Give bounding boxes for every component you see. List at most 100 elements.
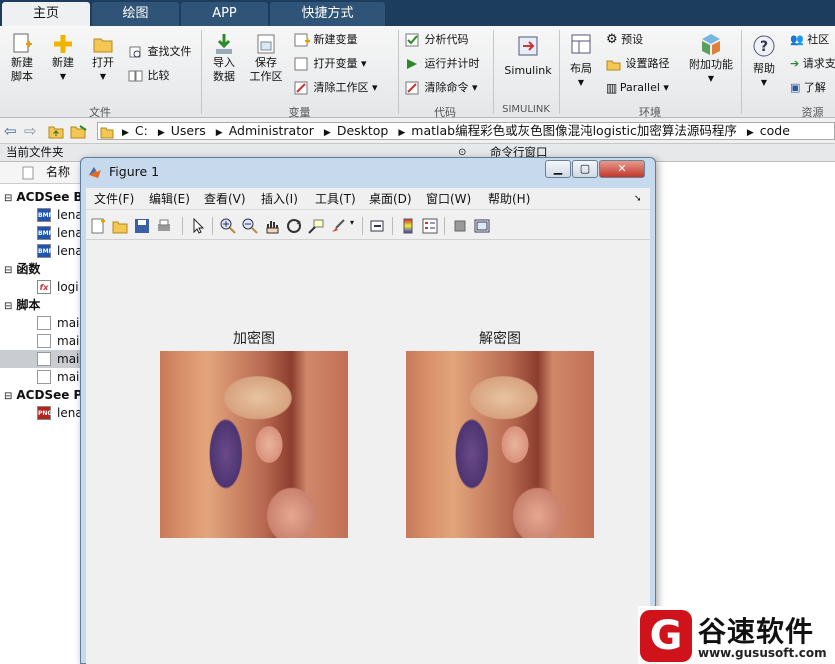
encrypted-image [160,351,348,538]
bmp-file-icon: BMP [37,226,53,240]
zoom-out-icon[interactable] [242,218,258,234]
tab-home[interactable]: 主页 [2,2,90,26]
list-item[interactable]: fx logi [0,278,80,296]
open-variable-icon [294,57,308,71]
chevron-down-icon[interactable]: ▾ [350,218,354,227]
menu-file[interactable]: 文件(F) [94,188,134,210]
open-file-icon[interactable] [112,218,128,234]
rotate-3d-icon[interactable] [286,218,302,234]
name-column-label[interactable]: 名称 [46,162,70,183]
watermark-logo: G [640,610,692,662]
tree-group[interactable]: ⊟ 函数 [0,260,80,278]
find-files-button[interactable]: 查找文件 [128,44,192,60]
link-plot-icon[interactable] [370,218,386,234]
collapse-icon[interactable]: ⊟ [4,265,12,276]
brush-icon[interactable] [330,218,346,234]
current-folder-path[interactable]: ▶ C: ▶ Users ▶ Administrator ▶ Desktop ▶ matl… [97,122,835,140]
tab-apps[interactable]: APP [181,2,268,26]
path-segment[interactable]: Administrator [229,123,314,138]
list-item[interactable]: mai [0,368,80,386]
list-item[interactable]: BMP lena [0,206,80,224]
set-path-button[interactable]: 设置路径 [606,56,670,72]
tree-group[interactable]: ⊟ ACDSee P [0,386,80,404]
menu-edit[interactable]: 编辑(E) [149,188,190,210]
list-item[interactable]: BMP lena [0,224,80,242]
new-button[interactable]: 新建 ▼ [46,32,80,84]
menu-window[interactable]: 窗口(W) [426,188,471,210]
new-figure-icon[interactable] [90,218,106,234]
figure-canvas[interactable]: 加密图 解密图 [86,240,650,664]
ribbon: 新建 脚本 新建 ▼ 打开 ▼ 查找文件 比较 文件 导入 数据 保存 工作区 新建… [0,26,835,119]
chevron-right-icon: ▶ [323,128,331,138]
print-icon[interactable] [156,218,172,234]
script-file-icon [37,352,51,366]
request-support-button[interactable]: ➔ 请求支 [790,56,835,72]
parallel-button[interactable]: ▥ Parallel ▾ [606,80,669,96]
list-item[interactable]: BMP lena [0,242,80,260]
divider [201,30,202,114]
menu-tools[interactable]: 工具(T) [315,188,356,210]
clear-commands-button[interactable]: 清除命令 ▾ [405,80,478,96]
path-segment[interactable]: Desktop [337,123,389,138]
simulink-icon [518,36,538,56]
menu-help[interactable]: 帮助(H) [488,188,530,210]
list-item[interactable]: mai [0,332,80,350]
help-button[interactable]: ? 帮助 ▼ [746,34,782,90]
compare-button[interactable]: 比较 [128,68,170,84]
bmp-file-icon: BMP [37,208,53,222]
simulink-button[interactable]: Simulink [500,34,556,78]
tab-shortcuts[interactable]: 快捷方式 [270,2,385,26]
new-variable-button[interactable]: 新建变量 [294,32,358,48]
open-button[interactable]: 打开 ▼ [86,32,120,84]
collapse-icon[interactable]: ⊟ [4,391,12,402]
colorbar-icon[interactable] [400,218,416,234]
menu-view[interactable]: 查看(V) [204,188,246,210]
pan-hand-icon[interactable] [264,218,280,234]
save-workspace-button[interactable]: 保存 工作区 [247,32,285,84]
save-icon[interactable] [134,218,150,234]
layout-button[interactable]: 布局 ▼ [564,32,598,90]
clear-workspace-button[interactable]: 清除工作区 ▾ [294,80,378,96]
list-item[interactable]: mai [0,314,80,332]
back-arrow-icon[interactable]: ⇦ [4,122,17,140]
legend-icon[interactable] [422,218,438,234]
list-item-selected[interactable]: mai [0,350,80,368]
community-button[interactable]: 👥 社区 [790,32,829,48]
close-button[interactable]: ✕ [599,160,645,178]
learn-button[interactable]: ▣ 了解 [790,80,826,96]
run-and-time-button[interactable]: 运行并计时 [405,56,480,72]
path-segment[interactable]: C: [135,123,148,138]
browse-folder-icon[interactable] [70,123,88,139]
chevron-right-icon: ▶ [157,128,165,138]
maximize-button[interactable]: ▢ [572,160,598,178]
hide-plot-tools-icon[interactable] [452,218,468,234]
tree-group[interactable]: ⊟ ACDSee B [0,188,80,206]
menu-insert[interactable]: 插入(I) [261,188,298,210]
data-cursor-icon[interactable] [308,218,324,234]
tree-group[interactable]: ⊟ 脚本 [0,296,80,314]
path-segment[interactable]: matlab编程彩色或灰色图像混沌logistic加密算法源码程序 [411,123,737,138]
analyze-code-button[interactable]: 分析代码 [405,32,469,48]
show-plot-tools-icon[interactable] [474,218,490,234]
open-variable-button[interactable]: 打开变量 ▾ [294,56,367,72]
list-item[interactable]: PNG lena [0,404,80,422]
zoom-in-icon[interactable] [220,218,236,234]
addons-button[interactable]: 附加功能 ▼ [686,32,736,86]
preferences-button[interactable]: ⚙ 预设 [606,32,643,48]
file-icon [22,166,34,180]
gear-icon: ⚙ [606,32,618,47]
up-folder-icon[interactable] [48,123,64,139]
path-segment[interactable]: code [760,123,790,138]
menu-desktop[interactable]: 桌面(D) [369,188,412,210]
path-segment[interactable]: Users [171,123,206,138]
minimize-button[interactable]: ▁ [545,160,571,178]
collapse-icon[interactable]: ⊟ [4,301,12,312]
import-data-button[interactable]: 导入 数据 [207,32,241,84]
pointer-icon[interactable] [190,218,206,234]
new-script-button[interactable]: 新建 脚本 [4,32,40,84]
tab-plots[interactable]: 绘图 [92,2,179,26]
clear-commands-icon [405,81,419,95]
collapse-icon[interactable]: ⊟ [4,193,12,204]
dock-arrow-icon[interactable]: ➘ [634,188,642,210]
forward-arrow-icon[interactable]: ⇨ [24,122,37,140]
